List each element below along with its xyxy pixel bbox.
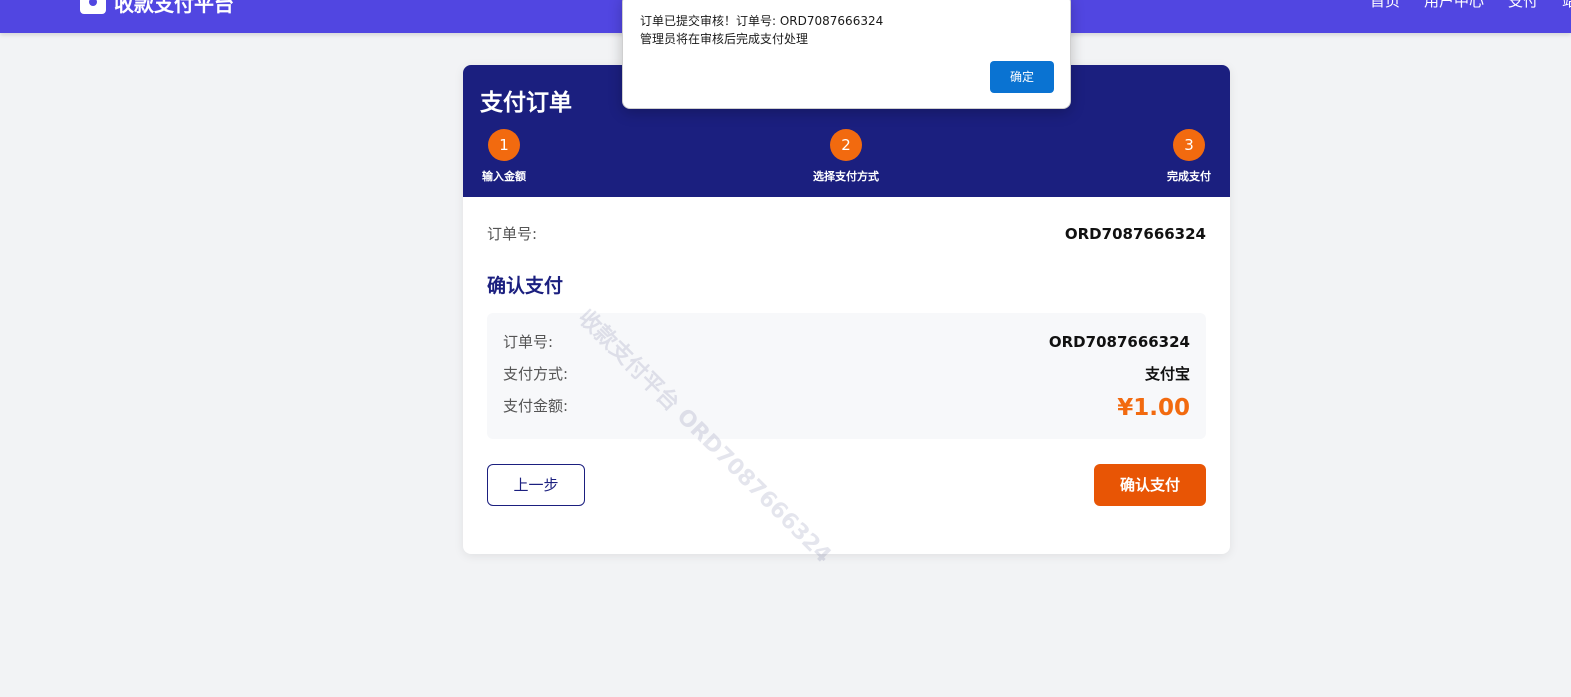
previous-step-button[interactable]: 上一步 [487,464,585,506]
alert-dialog: 订单已提交审核！订单号: ORD7087666324 管理员将在审核后完成支付处… [622,0,1071,109]
step-label: 选择支付方式 [813,170,879,183]
dialog-ok-button[interactable]: 确定 [990,61,1054,93]
summary-order-value: ORD7087666324 [1048,332,1190,351]
payment-summary: 订单号: ORD7087666324 支付方式: 支付宝 支付金额: ¥1.00 [487,313,1206,439]
step-number: 1 [488,129,520,161]
dialog-line-2: 管理员将在审核后完成支付处理 [640,32,809,46]
step-number: 3 [1173,129,1205,161]
order-number-label: 订单号: [487,225,538,243]
brand[interactable]: 收款支付平台 [80,0,234,17]
summary-amount-label: 支付金额: [503,397,569,415]
dialog-line-1: 订单已提交审核！订单号: ORD7087666324 [640,14,884,28]
brand-name: 收款支付平台 [114,0,234,16]
step-label: 完成支付 [1167,170,1211,183]
confirm-payment-button[interactable]: 确认支付 [1094,464,1206,506]
summary-order-row: 订单号: ORD7087666324 [503,331,1190,352]
nav-item-pay[interactable]: 支付 [1508,0,1538,11]
summary-method-row: 支付方式: 支付宝 [503,363,1190,384]
wallet-icon [80,0,106,14]
nav-menu: 首页 用户中心 支付 站 [1370,0,1571,11]
step-number: 2 [830,129,862,161]
step-choose-method: 2 选择支付方式 [806,129,886,184]
summary-amount-row: 支付金额: ¥1.00 [503,395,1190,421]
step-complete-payment: 3 完成支付 [1163,129,1215,184]
payment-order-card: 支付订单 1 输入金额 2 选择支付方式 3 完成支付 订单号: ORD7087… [463,65,1230,554]
summary-amount-value: ¥1.00 [1117,395,1190,421]
dialog-message: 订单已提交审核！订单号: ORD7087666324 管理员将在审核后完成支付处… [640,12,883,48]
summary-order-label: 订单号: [503,333,554,351]
nav-item-home[interactable]: 首页 [1370,0,1400,11]
nav-item-user-center[interactable]: 用户中心 [1424,0,1484,11]
page-title: 支付订单 [480,90,572,116]
summary-method-value: 支付宝 [1144,365,1190,383]
order-number-value: ORD7087666324 [1064,224,1206,243]
step-label: 输入金额 [482,170,526,183]
nav-item-site[interactable]: 站 [1562,0,1571,11]
confirm-section-title: 确认支付 [487,275,564,297]
summary-method-label: 支付方式: [503,365,569,383]
order-number-row: 订单号: ORD7087666324 [487,223,1206,244]
step-enter-amount: 1 输入金额 [479,129,529,184]
